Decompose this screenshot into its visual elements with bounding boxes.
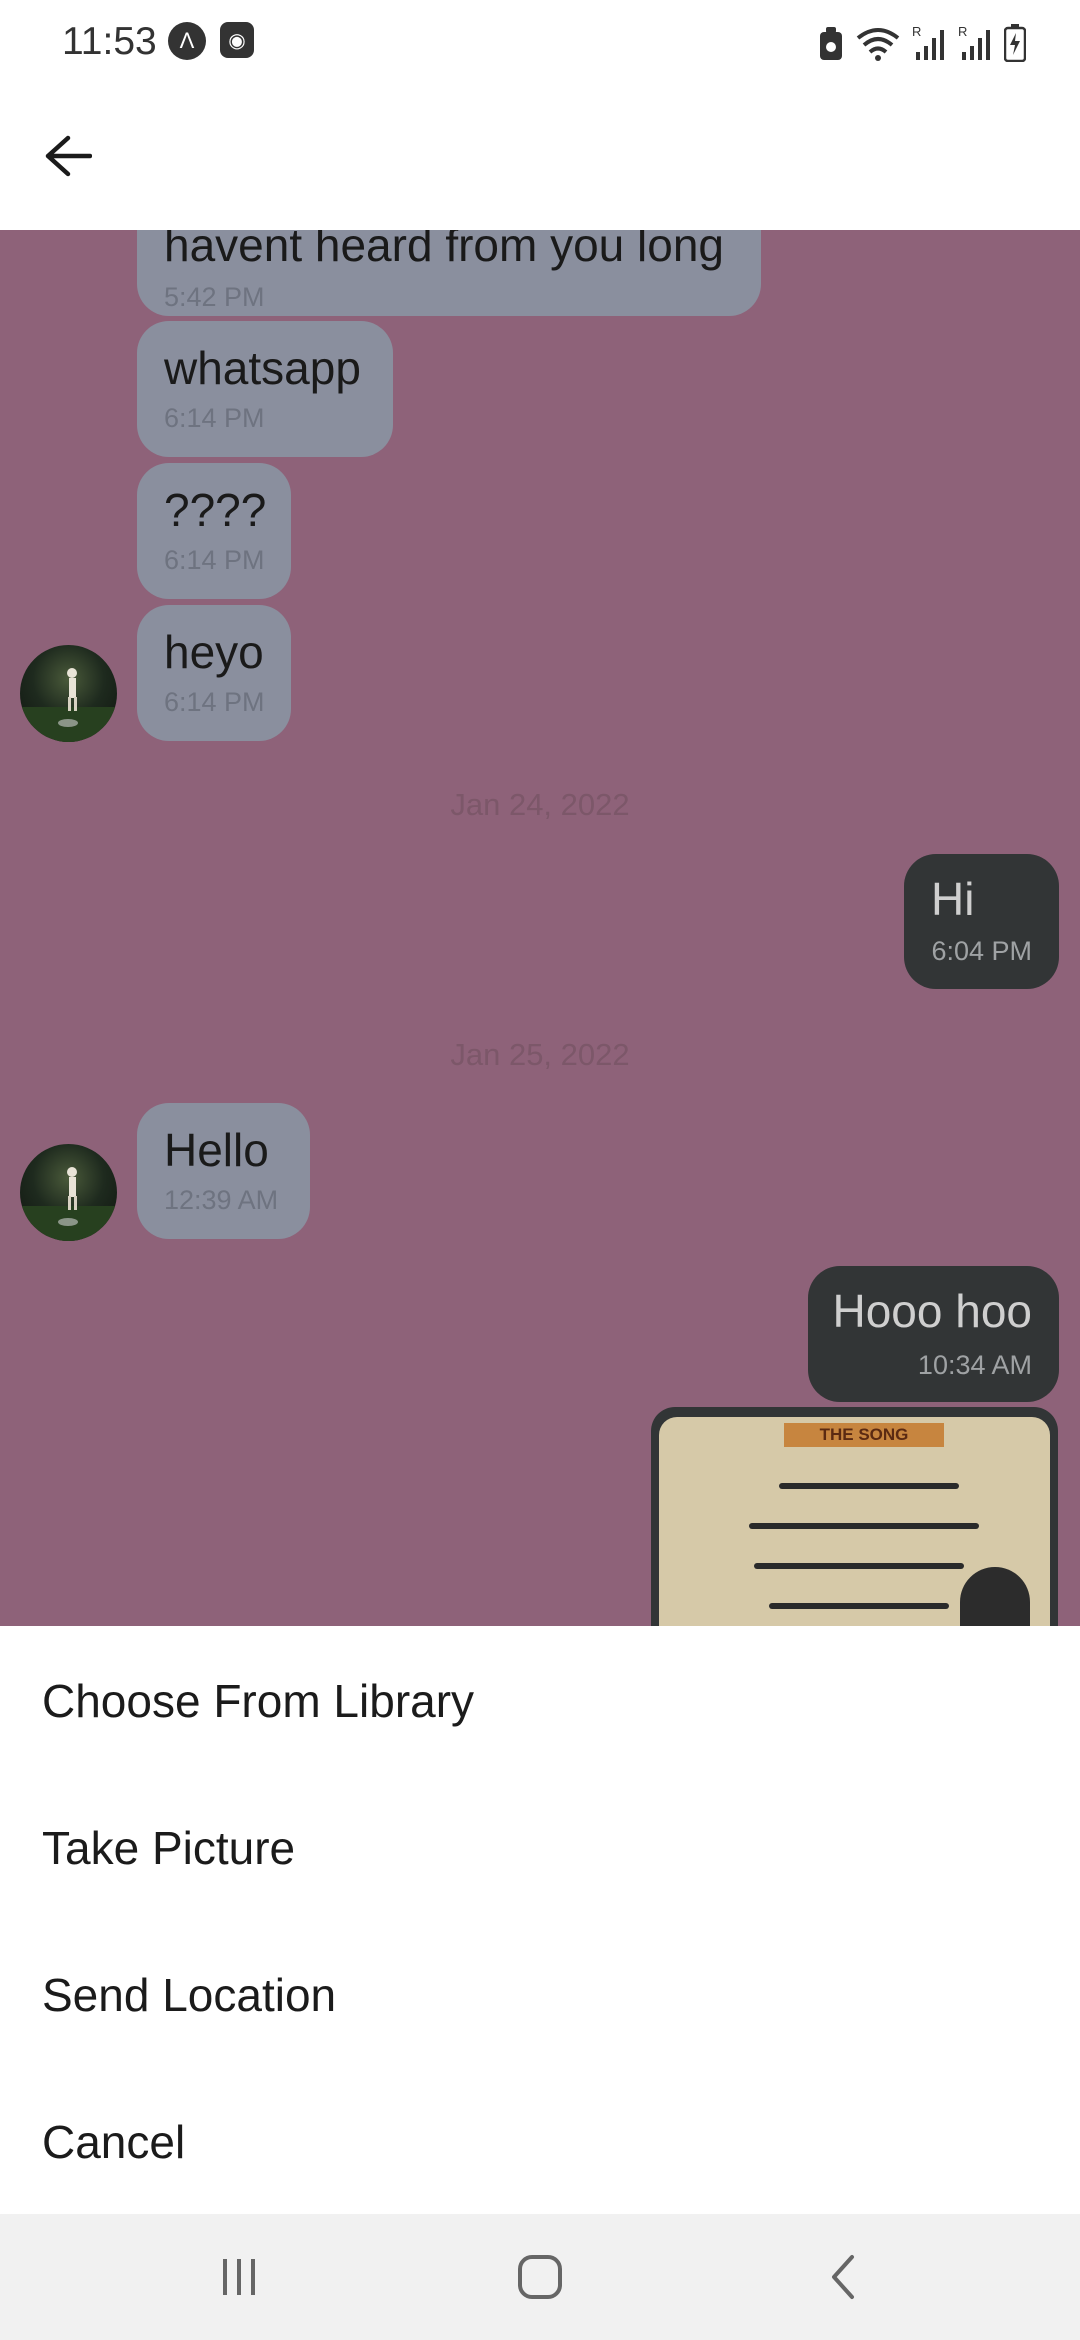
message-bubble-incoming[interactable]: ???? 6:14 PM: [137, 463, 291, 599]
signal-r-icon: R: [912, 24, 944, 60]
message-text: Hooo hoo: [832, 1285, 1033, 1337]
message-time: 6:14 PM: [164, 687, 265, 717]
svg-text:R: R: [912, 24, 921, 39]
date-separator: Jan 24, 2022: [450, 787, 630, 822]
camera-square-icon: ◉: [220, 22, 254, 58]
wifi-icon: [856, 28, 900, 61]
avatar-image: [20, 668, 117, 742]
back-button[interactable]: [38, 126, 98, 186]
message-bubble-outgoing[interactable]: Hooo hoo 10:34 AM: [808, 1266, 1059, 1402]
image-message[interactable]: THE SONG: [651, 1407, 1058, 1626]
status-bar: 11:53 Λ ◉ R R: [0, 0, 1080, 86]
status-right-icons: R R: [818, 22, 1026, 62]
message-time: 5:42 PM: [164, 282, 265, 312]
take-picture-option[interactable]: Take Picture: [42, 1825, 295, 1871]
message-text: ????: [164, 484, 267, 536]
message-bubble-incoming[interactable]: whatsapp 6:14 PM: [137, 321, 393, 457]
message-time: 6:14 PM: [164, 403, 265, 433]
battery-charging-icon: [1004, 24, 1026, 62]
status-time: 11:53: [62, 20, 157, 63]
message-time: 6:14 PM: [164, 545, 265, 575]
avatar[interactable]: [20, 645, 117, 742]
chat-area[interactable]: havent heard from you long 5:42 PM whats…: [0, 230, 1080, 1626]
message-text: Hi: [931, 873, 975, 925]
home-icon: [518, 2255, 562, 2299]
message-time: 10:34 AM: [917, 1350, 1032, 1380]
lock-battery-icon: [820, 27, 842, 60]
avatar-image: [20, 1167, 117, 1241]
message-bubble-incoming[interactable]: heyo 6:14 PM: [137, 605, 291, 741]
message-bubble-incoming[interactable]: havent heard from you long 5:42 PM: [137, 230, 761, 316]
message-text: havent heard from you long: [164, 230, 725, 271]
message-text: Hello: [164, 1124, 269, 1176]
message-bubble-incoming[interactable]: Hello 12:39 AM: [137, 1103, 310, 1239]
message-time: 6:04 PM: [931, 936, 1032, 966]
send-location-option[interactable]: Send Location: [42, 1972, 336, 2018]
image-message-picture: THE SONG: [659, 1417, 1050, 1626]
back-icon: [832, 2255, 854, 2299]
action-sheet: Choose From Library Take Picture Send Lo…: [0, 1626, 1080, 2214]
recent-apps-button[interactable]: [199, 2244, 279, 2310]
signal-r-icon: R: [958, 24, 990, 60]
a-circle-icon: Λ: [168, 22, 206, 60]
message-time: 12:39 AM: [164, 1185, 279, 1215]
cancel-option[interactable]: Cancel: [42, 2119, 185, 2165]
image-tag: THE SONG: [784, 1423, 944, 1447]
avatar[interactable]: [20, 1144, 117, 1241]
message-text: whatsapp: [164, 342, 361, 394]
home-button[interactable]: [500, 2244, 580, 2310]
app-bar: [0, 86, 1080, 230]
status-left-icons: Λ ◉: [168, 22, 254, 60]
message-bubble-outgoing[interactable]: Hi 6:04 PM: [904, 854, 1059, 989]
system-back-button[interactable]: [803, 2244, 883, 2310]
navigation-bar: [0, 2214, 1080, 2340]
message-text: heyo: [164, 626, 264, 678]
choose-from-library-option[interactable]: Choose From Library: [42, 1678, 474, 1724]
arrow-left-icon: [45, 135, 92, 177]
svg-text:R: R: [958, 24, 967, 39]
recent-apps-icon: [223, 2259, 255, 2295]
date-separator: Jan 25, 2022: [450, 1037, 630, 1072]
